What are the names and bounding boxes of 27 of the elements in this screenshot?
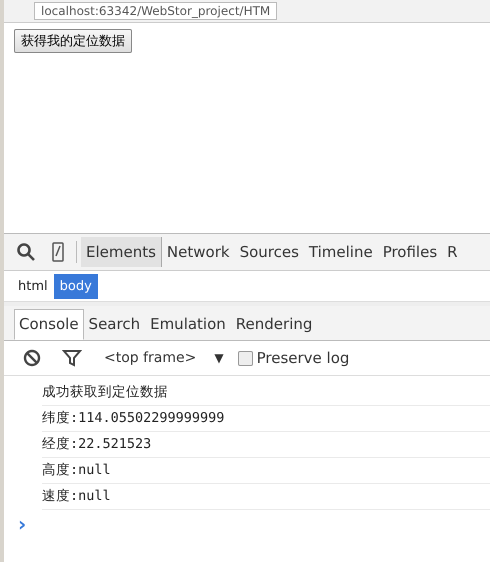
frame-selector[interactable]: <top frame> xyxy=(104,350,196,366)
console-message: 成功获取到定位数据 xyxy=(42,380,490,406)
breadcrumb[interactable]: html xyxy=(12,274,54,298)
panel-tab[interactable]: Network xyxy=(162,237,235,267)
console-message: 速度:null xyxy=(42,484,490,510)
get-location-button[interactable]: 获得我的定位数据 xyxy=(14,29,132,53)
dropdown-arrow[interactable]: ▼ xyxy=(214,351,224,365)
console-message: 高度:null xyxy=(42,458,490,484)
address-field[interactable]: localhost:63342/WebStor_project/HTM xyxy=(34,2,278,20)
filter-icon[interactable] xyxy=(62,348,82,368)
panel-tab[interactable]: Elements xyxy=(81,237,162,267)
drawer-tab[interactable]: Search xyxy=(84,309,146,340)
panel-tab[interactable]: Timeline xyxy=(304,237,378,267)
panel-tab[interactable]: Profiles xyxy=(378,237,442,267)
clear-icon[interactable] xyxy=(22,348,42,368)
checkbox-label: Preserve log xyxy=(256,349,350,367)
breadcrumb[interactable]: body xyxy=(54,274,98,298)
console-message: 纬度:114.05502299999999 xyxy=(42,406,490,432)
drawer-tab[interactable]: Emulation xyxy=(145,309,231,340)
panel-tab[interactable]: R xyxy=(442,237,463,267)
drawer-tab[interactable]: Console xyxy=(14,309,84,340)
search-icon[interactable] xyxy=(16,242,36,262)
preserve-log-checkbox[interactable] xyxy=(238,350,253,366)
panel-tab[interactable]: Sources xyxy=(234,237,304,267)
console-prompt[interactable]: › xyxy=(18,512,26,536)
drawer-tab[interactable]: Rendering xyxy=(230,309,318,340)
console-message: 经度:22.521523 xyxy=(42,432,490,458)
